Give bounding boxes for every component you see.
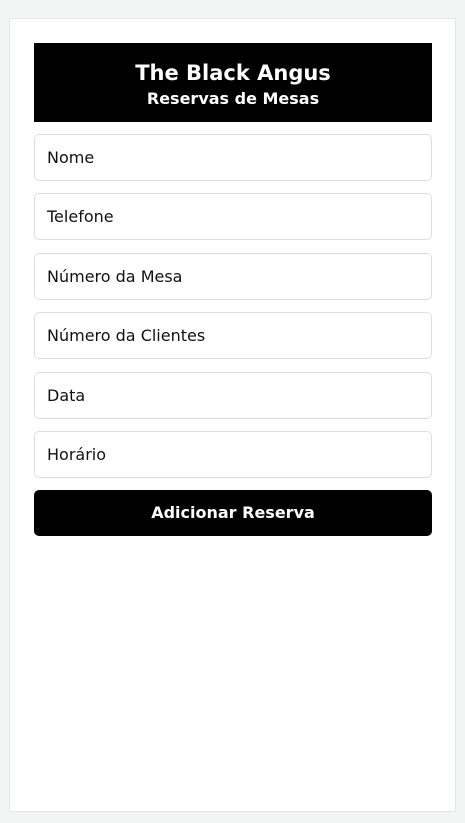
app-title: The Black Angus xyxy=(135,61,331,85)
name-input[interactable] xyxy=(34,134,432,181)
reservation-card: The Black Angus Reservas de Mesas Adicio… xyxy=(9,18,456,812)
add-reservation-button[interactable]: Adicionar Reserva xyxy=(34,490,432,536)
app-subtitle: Reservas de Mesas xyxy=(146,89,320,108)
phone-input[interactable] xyxy=(34,193,432,240)
guest-count-input[interactable] xyxy=(34,312,432,359)
time-input[interactable] xyxy=(34,431,432,478)
table-number-input[interactable] xyxy=(34,253,432,300)
date-input[interactable] xyxy=(34,372,432,419)
app-header: The Black Angus Reservas de Mesas xyxy=(34,43,432,122)
